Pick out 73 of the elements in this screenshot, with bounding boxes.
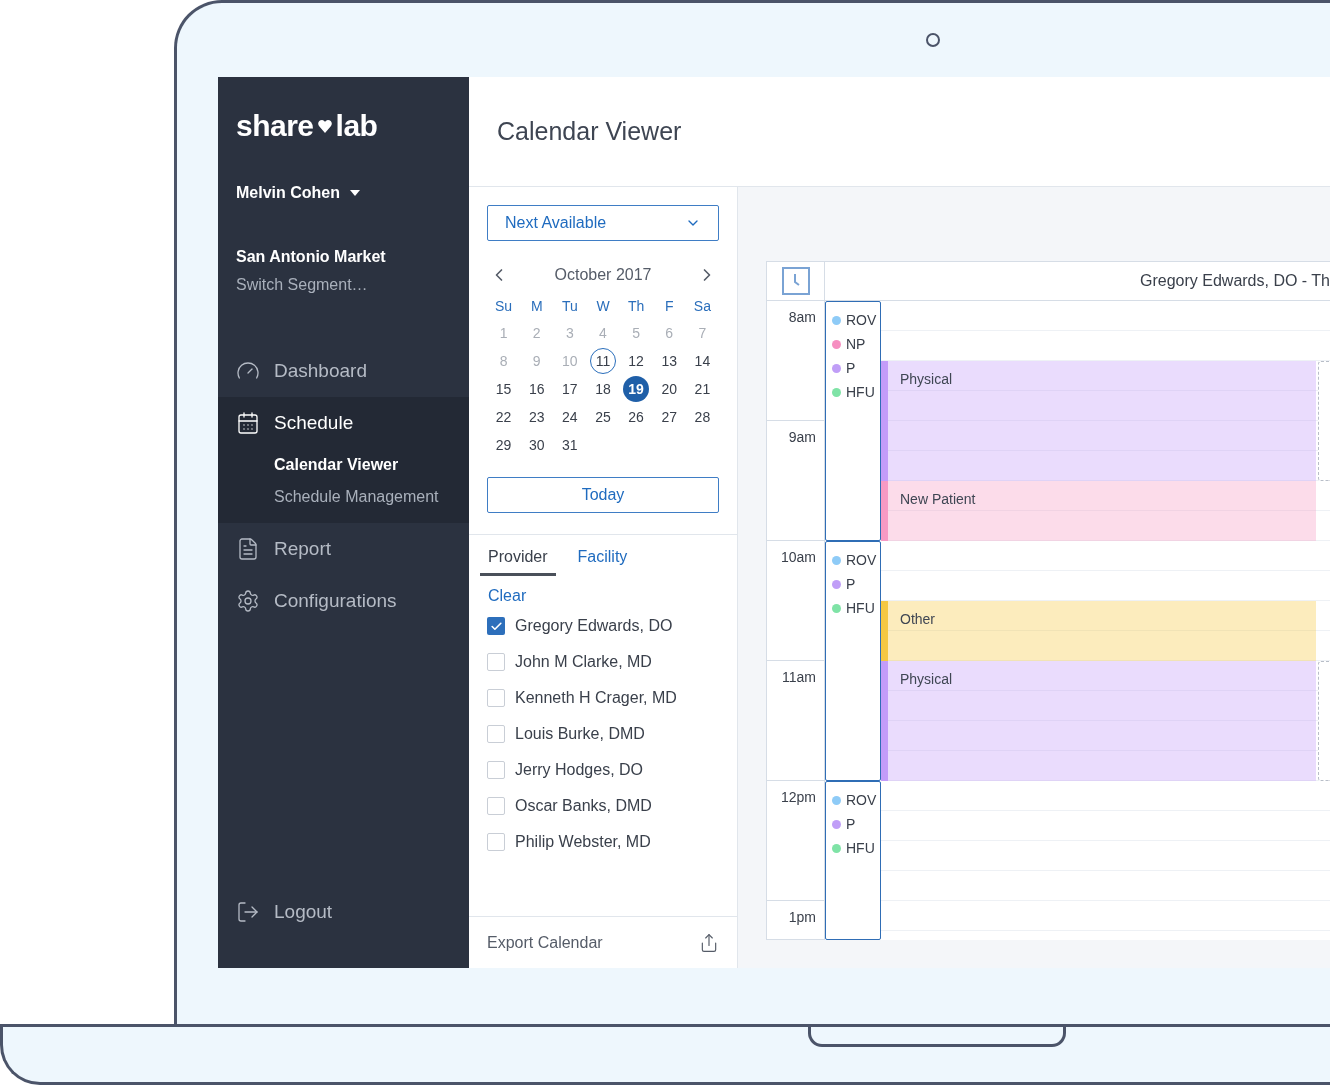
weekday-label: M bbox=[529, 296, 544, 316]
legend-label: P bbox=[846, 358, 856, 378]
checkbox[interactable] bbox=[487, 761, 505, 779]
nav-subitem[interactable]: Calendar Viewer bbox=[218, 449, 469, 481]
mode-dropdown[interactable]: Next Available bbox=[487, 205, 719, 241]
clear-link[interactable]: Clear bbox=[488, 584, 527, 608]
logo-text: lab bbox=[335, 111, 378, 141]
checkbox[interactable] bbox=[487, 797, 505, 815]
checkbox[interactable] bbox=[487, 653, 505, 671]
filter-tab[interactable]: Facility bbox=[569, 545, 636, 576]
logo-text: share bbox=[236, 111, 314, 141]
user-menu[interactable]: Melvin Cohen bbox=[236, 181, 360, 205]
provider-option[interactable]: Kenneth H Crager, MD bbox=[487, 680, 719, 716]
weekday-label: Th bbox=[626, 296, 646, 316]
weekday-label: Su bbox=[494, 296, 514, 316]
provider-option[interactable]: Oscar Banks, DMD bbox=[487, 788, 719, 824]
settings-icon bbox=[236, 589, 260, 613]
legend-label: ROV bbox=[846, 790, 877, 810]
hour-label: 11am bbox=[782, 669, 816, 685]
legend-label: P bbox=[846, 814, 856, 834]
provider-option[interactable]: Jerry Hodges, DO bbox=[487, 752, 719, 788]
weekday-label: Tu bbox=[560, 296, 579, 316]
checkbox[interactable] bbox=[487, 689, 505, 707]
calendar-day[interactable]: 19 bbox=[623, 376, 650, 402]
legend-label: ROV bbox=[846, 310, 877, 330]
hour-label: 8am bbox=[788, 309, 816, 325]
appointment-block[interactable]: Other bbox=[881, 601, 1316, 661]
weekday-label: Sa bbox=[692, 296, 712, 316]
camera-icon bbox=[926, 33, 940, 47]
checkbox[interactable] bbox=[487, 725, 505, 743]
appointment-block[interactable]: Physical bbox=[881, 661, 1316, 781]
nav-item[interactable]: Report bbox=[218, 523, 469, 575]
share-icon bbox=[699, 932, 719, 953]
provider-option[interactable]: John M Clarke, MD bbox=[487, 644, 719, 680]
appointment-block[interactable]: New Patient bbox=[881, 481, 1316, 541]
legend-label: NP bbox=[846, 334, 866, 354]
export-calendar-button[interactable]: Export Calendar bbox=[469, 916, 737, 968]
document-icon bbox=[236, 537, 260, 561]
calendar-icon bbox=[236, 411, 260, 435]
logout-link[interactable]: Logout bbox=[218, 897, 469, 926]
clock-icon[interactable] bbox=[781, 267, 810, 295]
nav-item[interactable]: Dashboard bbox=[218, 345, 469, 397]
legend-label: HFU bbox=[846, 838, 875, 858]
page-title: Calendar Viewer bbox=[497, 115, 682, 147]
legend-label: HFU bbox=[846, 598, 875, 618]
heart-icon bbox=[317, 119, 332, 133]
logout-icon bbox=[236, 899, 260, 924]
legend-label: P bbox=[846, 574, 856, 594]
month-label: October 2017 bbox=[554, 265, 652, 285]
checkbox[interactable] bbox=[487, 833, 505, 851]
nav-item[interactable]: Configurations bbox=[218, 575, 469, 627]
check-icon bbox=[489, 619, 503, 633]
checkbox[interactable] bbox=[487, 617, 505, 635]
weekday-label: F bbox=[664, 296, 675, 316]
caret-icon bbox=[350, 190, 360, 196]
filter-tab[interactable]: Provider bbox=[480, 545, 556, 576]
switch-segment-link[interactable]: Switch Segment… bbox=[236, 273, 368, 297]
provider-option[interactable]: Gregory Edwards, DO bbox=[487, 608, 719, 644]
nav-subitem[interactable]: Schedule Management bbox=[218, 481, 469, 513]
legend-label: HFU bbox=[846, 382, 875, 402]
appointment-block[interactable]: Physical bbox=[881, 361, 1316, 481]
market-name: San Antonio Market bbox=[236, 247, 387, 267]
legend-label: ROV bbox=[846, 550, 877, 570]
schedule-title: Gregory Edwards, DO - Th bbox=[1140, 271, 1330, 291]
calendar-day[interactable]: 11 bbox=[590, 348, 616, 374]
hour-label: 9am bbox=[788, 429, 816, 445]
hour-label: 12pm bbox=[780, 789, 816, 805]
provider-option[interactable]: Philip Webster, MD bbox=[487, 824, 719, 860]
hour-label: 10am bbox=[780, 549, 816, 565]
today-button[interactable]: Today bbox=[487, 477, 719, 513]
hour-label: 1pm bbox=[788, 909, 816, 925]
provider-option[interactable]: Louis Burke, DMD bbox=[487, 716, 719, 752]
weekday-label: W bbox=[595, 296, 611, 316]
